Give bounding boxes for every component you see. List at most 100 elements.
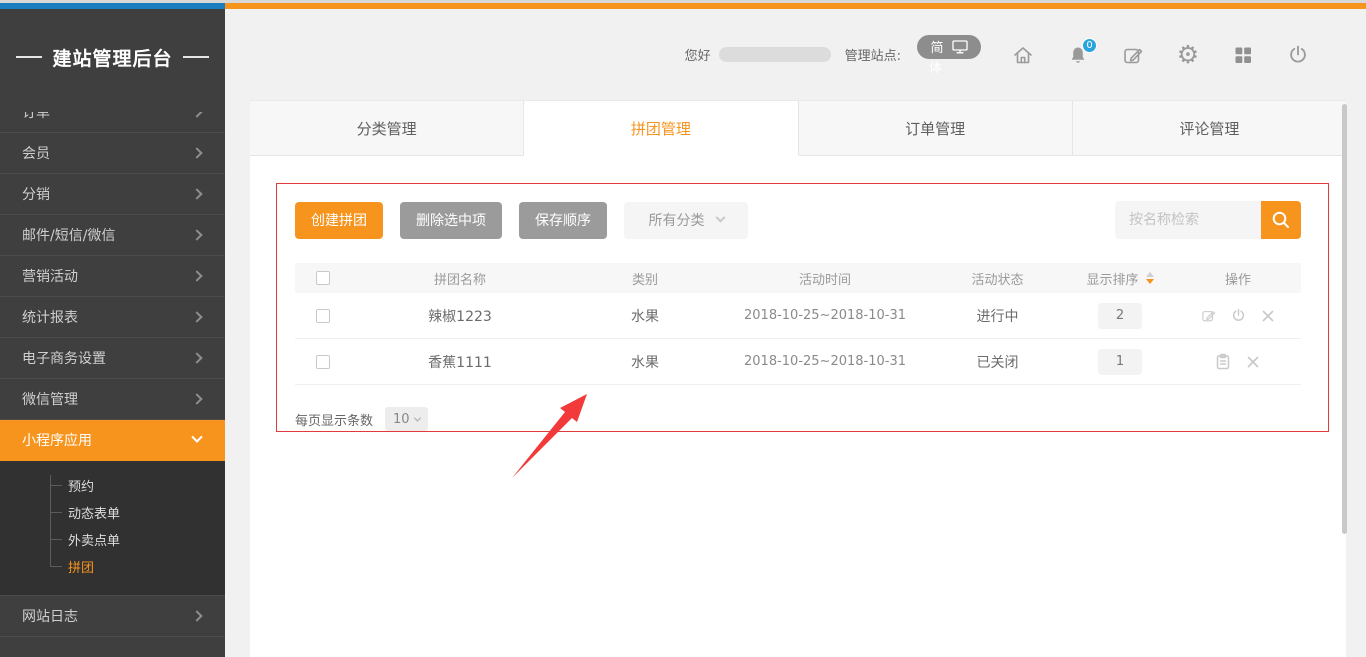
cell-category: 水果 (570, 352, 720, 372)
sort-desc-icon (1146, 279, 1154, 284)
submenu-item-booking[interactable]: 预约 (0, 472, 225, 499)
site-label: 管理站点: (845, 45, 901, 64)
row-checkbox[interactable] (316, 309, 330, 323)
sidebar-item-reports[interactable]: 统计报表 (0, 297, 225, 338)
tab-order-management[interactable]: 订单管理 (799, 101, 1073, 156)
scrollbar-thumb[interactable] (1342, 104, 1347, 534)
search-button[interactable] (1261, 201, 1301, 239)
title-dash-left (16, 56, 42, 58)
sidebar-item-label: 网站日志 (22, 606, 78, 626)
greeting-text: 您好 (685, 45, 711, 64)
home-icon[interactable] (1011, 43, 1035, 67)
tab-bar: 分类管理 拼团管理 订单管理 评论管理 (250, 100, 1346, 156)
sidebar-item-miniprogram-apps[interactable]: 小程序应用 (0, 420, 225, 461)
language-switcher[interactable]: 简 体 (917, 35, 981, 75)
chevron-right-icon (191, 311, 202, 322)
sidebar-item-distribution[interactable]: 分销 (0, 174, 225, 215)
monitor-icon (952, 40, 968, 54)
sidebar-item-site-logs[interactable]: 网站日志 (0, 596, 225, 637)
search-bar (1115, 201, 1301, 239)
sidebar-item-label: 小程序应用 (22, 430, 92, 450)
notification-badge: 0 (1082, 38, 1097, 53)
power-icon[interactable] (1286, 43, 1310, 67)
submenu-item-label: 预约 (68, 476, 94, 495)
chevron-down-icon (715, 212, 725, 222)
chevron-right-icon (191, 229, 202, 240)
save-order-button[interactable]: 保存顺序 (519, 202, 607, 239)
row-checkbox[interactable] (316, 355, 330, 369)
cell-category: 水果 (570, 306, 720, 326)
select-all-checkbox[interactable] (316, 271, 330, 285)
submenu-item-takeout-orders[interactable]: 外卖点单 (0, 526, 225, 553)
sidebar: 建站管理后台 订单 会员 分销 邮件/短信/微信 营销活动 统计报表 电子商务设 (0, 9, 225, 657)
column-header-status: 活动状态 (930, 269, 1065, 288)
delete-selected-button[interactable]: 删除选中项 (400, 202, 502, 239)
sidebar-item-label: 会员 (22, 143, 50, 163)
sort-order-input[interactable] (1098, 303, 1142, 329)
cell-status: 进行中 (930, 306, 1065, 326)
top-color-bar (0, 3, 1366, 9)
chevron-right-icon (191, 147, 202, 158)
table-row: 辣椒1223 水果 2018-10-25~2018-10-31 进行中 (295, 293, 1301, 339)
search-input[interactable] (1115, 201, 1261, 239)
sidebar-item-orders[interactable]: 订单 (0, 112, 225, 133)
redacted-username (719, 47, 831, 62)
submenu-item-dynamic-forms[interactable]: 动态表单 (0, 499, 225, 526)
chevron-down-icon (414, 414, 421, 421)
power-icon[interactable] (1230, 307, 1247, 324)
miniprogram-submenu: 预约 动态表单 外卖点单 拼团 (0, 461, 225, 596)
chevron-right-icon (191, 393, 202, 404)
group-buying-table: 拼团名称 类别 活动时间 活动状态 显示排序 操作 辣椒1223 水果 2018… (295, 263, 1301, 385)
topbar-orange-segment (225, 3, 1366, 9)
column-header-actions: 操作 (1175, 269, 1301, 288)
app-grid-icon[interactable] (1231, 43, 1255, 67)
cell-name: 辣椒1223 (350, 306, 570, 326)
table-row: 香蕉1111 水果 2018-10-25~2018-10-31 已关闭 (295, 339, 1301, 385)
pagination: 每页显示条数 10 (295, 407, 1301, 431)
sidebar-item-mail-sms-wechat[interactable]: 邮件/短信/微信 (0, 215, 225, 256)
chevron-right-icon (191, 610, 202, 621)
app-title-text: 建站管理后台 (52, 44, 172, 71)
column-header-name: 拼团名称 (350, 269, 570, 288)
submenu-item-label: 动态表单 (68, 503, 120, 522)
delete-icon[interactable] (1260, 307, 1277, 324)
chevron-down-icon (191, 432, 202, 443)
sidebar-item-label: 分销 (22, 184, 50, 204)
delete-icon[interactable] (1245, 353, 1262, 370)
sidebar-item-ecommerce-settings[interactable]: 电子商务设置 (0, 338, 225, 379)
main-panel: 分类管理 拼团管理 订单管理 评论管理 创建拼团 删除选中项 保存顺序 所有分类 (250, 100, 1346, 657)
submenu-item-group-buying[interactable]: 拼团 (0, 553, 225, 580)
notification-bell-icon[interactable]: 0 (1066, 43, 1090, 67)
gear-icon[interactable]: ⚙ (1176, 43, 1200, 67)
edit-icon[interactable] (1200, 307, 1217, 324)
chevron-right-icon (191, 112, 202, 118)
sidebar-nav: 订单 会员 分销 邮件/短信/微信 营销活动 统计报表 电子商务设置 微信管理 (0, 112, 225, 637)
page-size-select[interactable]: 10 (385, 407, 428, 431)
cell-status: 已关闭 (930, 352, 1065, 372)
header-icon-group: 0 ⚙ (1011, 43, 1310, 67)
tab-group-buying-management[interactable]: 拼团管理 (524, 101, 798, 156)
sort-order-input[interactable] (1098, 349, 1142, 375)
language-pill[interactable]: 简 (917, 35, 981, 59)
submenu-item-label: 外卖点单 (68, 530, 120, 549)
sidebar-item-label: 电子商务设置 (22, 348, 106, 368)
sidebar-item-marketing[interactable]: 营销活动 (0, 256, 225, 297)
column-header-category: 类别 (570, 269, 720, 288)
cell-time: 2018-10-25~2018-10-31 (720, 308, 930, 323)
topbar-blue-segment (0, 3, 225, 9)
submenu-item-label: 拼团 (68, 557, 94, 576)
cell-name: 香蕉1111 (350, 352, 570, 372)
copy-icon[interactable] (1215, 353, 1232, 370)
sort-toggle[interactable] (1146, 272, 1154, 284)
search-icon (1270, 209, 1292, 231)
language-char-2: 体 (929, 62, 942, 75)
category-filter-dropdown[interactable]: 所有分类 (624, 202, 748, 239)
edit-icon[interactable] (1121, 43, 1145, 67)
title-dash-right (183, 56, 209, 58)
create-group-button[interactable]: 创建拼团 (295, 202, 383, 239)
tab-comment-management[interactable]: 评论管理 (1073, 101, 1346, 156)
sidebar-item-wechat-management[interactable]: 微信管理 (0, 379, 225, 420)
tab-category-management[interactable]: 分类管理 (250, 101, 524, 156)
sidebar-item-members[interactable]: 会员 (0, 133, 225, 174)
column-header-sort: 显示排序 (1065, 269, 1175, 288)
